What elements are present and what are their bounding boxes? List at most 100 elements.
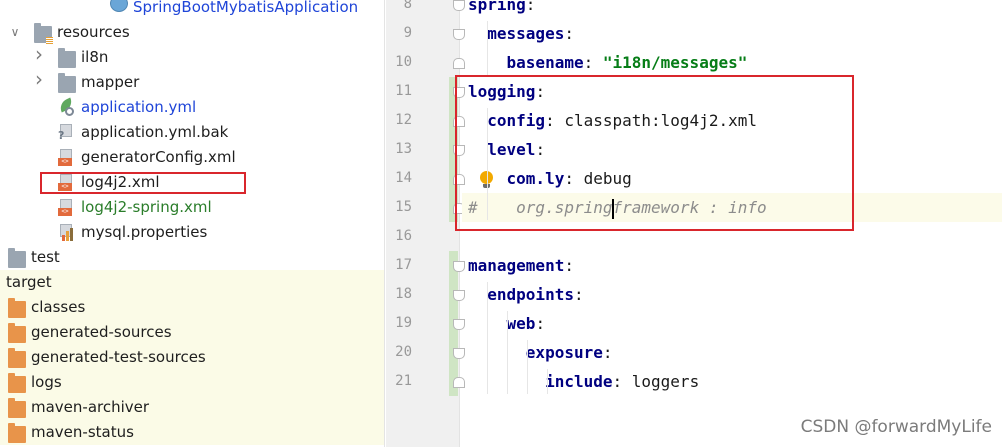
line-number: 13 (395, 141, 412, 157)
highlight-box (40, 172, 246, 194)
resources-folder-icon (34, 23, 53, 44)
indent-guide (487, 282, 488, 394)
yaml-key: exposure (525, 343, 603, 362)
folder-icon (58, 48, 76, 68)
chevron-down-icon[interactable]: ∨ (8, 24, 22, 40)
tree-item-label: generated-sources (31, 323, 172, 341)
tree-item[interactable]: SpringBootMybatisApplication (0, 0, 384, 20)
excluded-folder-icon (8, 373, 26, 393)
chevron-right-icon[interactable]: › (32, 69, 46, 89)
fold-start-icon[interactable] (453, 348, 465, 359)
code-text: : (573, 285, 584, 304)
line-number: 10 (395, 54, 412, 70)
excluded-folder-icon (8, 398, 26, 418)
tree-item[interactable]: ? application.yml.bak (0, 120, 384, 145)
folder-icon (58, 73, 76, 93)
fold-start-icon[interactable] (453, 0, 465, 11)
line-number: 9 (403, 25, 412, 41)
tree-item-label: classes (31, 298, 86, 316)
tree-item[interactable]: maven-archiver (0, 395, 384, 420)
line-number: 14 (395, 170, 412, 186)
tree-item-label: mysql.properties (81, 223, 208, 241)
code-line[interactable]: exposure: (468, 338, 1006, 367)
tree-item-label: maven-status (31, 423, 134, 441)
properties-file-icon (58, 224, 76, 241)
tree-item[interactable]: target (0, 270, 384, 295)
code-line[interactable]: management: (468, 251, 1006, 280)
tree-item[interactable]: generated-sources (0, 320, 384, 345)
code-line[interactable]: basename: "i18n/messages" (468, 48, 1006, 77)
yaml-key: messages (487, 24, 565, 43)
code-text: : (583, 53, 603, 72)
folder-icon (8, 248, 26, 268)
yaml-key: endpoints (487, 285, 574, 304)
tree-item[interactable]: › mapper (0, 69, 384, 95)
tree-item-label: generatorConfig.xml (81, 148, 236, 166)
tree-item[interactable]: classes (0, 295, 384, 320)
fold-start-icon[interactable] (453, 319, 465, 330)
code-text: : (535, 314, 546, 333)
highlight-box (455, 75, 854, 231)
code-text: : loggers (612, 372, 700, 391)
line-number: 16 (395, 228, 412, 244)
code-text: : (564, 256, 574, 275)
xml-file-icon: <> (58, 149, 76, 166)
excluded-folder-icon (8, 423, 26, 443)
code-editor[interactable]: 8 9 10 11 12 13 14 15 16 17 18 19 20 21 spring: messa… (386, 0, 1006, 447)
line-number: 17 (395, 257, 412, 273)
tree-item-label: generated-test-sources (31, 348, 206, 366)
line-number: 18 (395, 286, 412, 302)
tree-item[interactable]: generated-test-sources (0, 345, 384, 370)
code-line[interactable]: web: (468, 309, 1006, 338)
tree-item[interactable]: application.yml (0, 95, 384, 120)
tree-item-label: SpringBootMybatisApplication (133, 0, 359, 16)
code-line[interactable]: include: loggers (468, 367, 1006, 396)
tree-item-label: resources (57, 23, 130, 41)
code-text: : (564, 24, 574, 43)
code-line[interactable]: endpoints: (468, 280, 1006, 309)
tree-item[interactable]: maven-status (0, 420, 384, 445)
tree-item-label: application.yml (81, 98, 197, 116)
tree-item-label: mapper (81, 73, 140, 91)
indent-guide (487, 21, 488, 75)
line-number: 19 (395, 315, 412, 331)
fold-start-icon[interactable] (453, 261, 465, 272)
excluded-folder-icon (8, 323, 26, 343)
code-line[interactable]: spring: (468, 0, 1006, 19)
tree-item[interactable]: › il8n (0, 44, 384, 70)
code-line[interactable]: messages: (468, 19, 1006, 48)
yaml-string: "i18n/messages" (602, 53, 748, 72)
tree-item-label: test (31, 248, 60, 266)
excluded-folder-icon (8, 348, 26, 368)
code-text: : (602, 343, 613, 362)
spring-boot-class-icon (110, 0, 128, 12)
code-text: : (525, 0, 536, 14)
excluded-folder-icon (8, 298, 26, 318)
chevron-right-icon[interactable]: › (32, 44, 46, 64)
watermark: CSDN @forwardMyLife (800, 417, 992, 437)
fold-end-icon[interactable] (453, 58, 465, 69)
line-number: 21 (395, 373, 412, 389)
tree-item[interactable]: logs (0, 370, 384, 395)
line-number: 8 (403, 0, 412, 12)
fold-start-icon[interactable] (453, 29, 465, 40)
tree-item[interactable]: <> log4j2-spring.xml (0, 195, 384, 220)
fold-start-icon[interactable] (453, 290, 465, 301)
indent-guide (527, 340, 528, 394)
tree-item[interactable]: mysql.properties (0, 220, 384, 245)
tree-item[interactable]: <> generatorConfig.xml (0, 145, 384, 170)
tree-item-label: target (6, 273, 52, 291)
unknown-file-icon: ? (58, 124, 76, 141)
indent-guide (507, 311, 508, 394)
tree-item-label: logs (31, 373, 62, 391)
line-number: 15 (395, 199, 412, 215)
tree-item[interactable]: test (0, 245, 384, 270)
tree-item[interactable]: ∨ resources (0, 20, 384, 45)
yaml-key: spring (468, 0, 526, 14)
editor-gutter: 8 9 10 11 12 13 14 15 16 17 18 19 20 21 (386, 0, 465, 447)
fold-end-icon[interactable] (453, 377, 465, 388)
line-number: 11 (395, 83, 412, 99)
